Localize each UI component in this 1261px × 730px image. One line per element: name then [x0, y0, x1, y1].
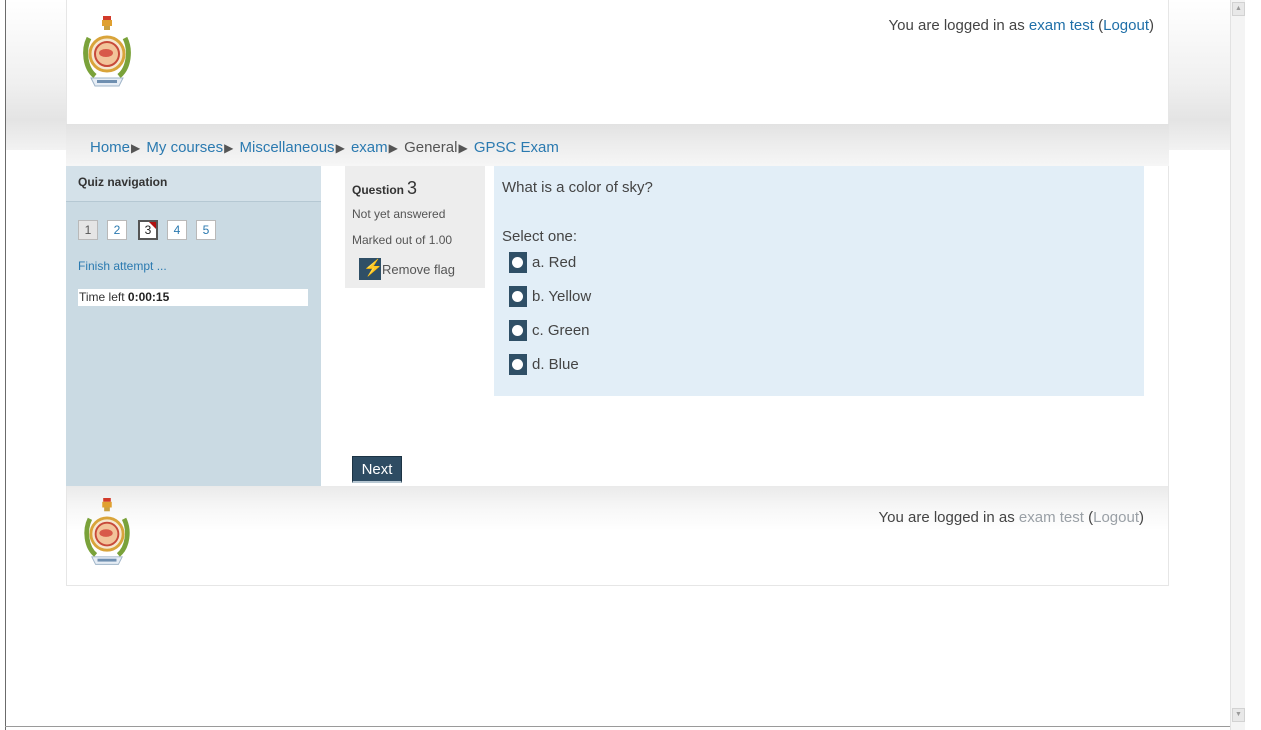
breadcrumb-general: General	[404, 139, 458, 156]
breadcrumb-home[interactable]: Home	[90, 139, 130, 156]
question-formulation: What is a color of sky? Select one: a. R…	[494, 166, 1144, 396]
select-one-prompt: Select one:	[502, 228, 578, 245]
quiz-navigation-block: Quiz navigation 1 2 3 4 5 Finish attempt…	[66, 166, 321, 486]
breadcrumb-separator-icon: ▶	[131, 141, 141, 155]
answer-label: a. Red	[532, 254, 577, 271]
emblem-logo-icon	[84, 498, 130, 565]
time-left-value: 0:00:15	[127, 290, 170, 304]
breadcrumb-separator-icon: ▶	[335, 141, 345, 155]
question-info-panel: Question 3 Not yet answered Marked out of…	[345, 166, 485, 288]
answer-option-c[interactable]: c. Green	[509, 320, 590, 341]
question-nav-button-4[interactable]: 4	[167, 220, 187, 240]
scroll-up-arrow-icon[interactable]: ▲	[1232, 2, 1245, 16]
answer-option-b[interactable]: b. Yellow	[509, 286, 591, 307]
question-state: Not yet answered	[352, 207, 446, 221]
breadcrumb-miscellaneous[interactable]: Miscellaneous	[240, 139, 335, 156]
page-container: You are logged in as exam test (Logout) …	[66, 0, 1169, 586]
question-nav-button-5[interactable]: 5	[196, 220, 216, 240]
question-nav-button-2[interactable]: 2	[107, 220, 127, 240]
navbar: Home▶ My courses▶ Miscellaneous▶ exam▶ G…	[66, 124, 1169, 166]
scroll-down-arrow-icon[interactable]: ▼	[1232, 708, 1245, 722]
breadcrumb-separator-icon: ▶	[388, 141, 398, 155]
window-bottom-border	[5, 726, 1230, 727]
breadcrumb-exam[interactable]: exam	[351, 139, 388, 156]
answer-option-a[interactable]: a. Red	[509, 252, 576, 273]
time-left-label: Time left	[79, 290, 128, 304]
answer-label: b. Yellow	[532, 288, 592, 305]
answer-label: c. Green	[532, 322, 590, 339]
next-button[interactable]: Next	[352, 456, 402, 483]
breadcrumb-gpsc-exam[interactable]: GPSC Exam	[474, 139, 559, 156]
breadcrumb-separator-icon: ▶	[224, 141, 234, 155]
quiz-timer: Time left 0:00:15	[78, 289, 308, 306]
footer-login-prefix: You are logged in as	[878, 509, 1019, 526]
answer-label: d. Blue	[532, 356, 579, 373]
question-number: Question 3	[352, 178, 417, 199]
question-grade: Marked out of 1.00	[352, 233, 453, 247]
answer-option-d[interactable]: d. Blue	[509, 354, 579, 375]
footer-login-info: You are logged in as exam test (Logout)	[879, 509, 1144, 526]
paren-close: )	[1149, 17, 1154, 34]
remove-flag-button[interactable]: ⚡ Remove flag	[359, 258, 455, 280]
radio-button[interactable]	[509, 252, 527, 273]
question-number-value: 3	[407, 178, 418, 198]
question-label: Question	[352, 183, 405, 197]
flag-corner-icon	[149, 222, 156, 229]
flag-icon: ⚡	[359, 258, 383, 280]
user-profile-link[interactable]: exam test	[1029, 17, 1094, 34]
paren-open: (	[1093, 17, 1104, 34]
finish-attempt-link[interactable]: Finish attempt ...	[78, 259, 167, 273]
question-nav-button-3[interactable]: 3	[138, 220, 158, 240]
footer-paren-close: )	[1139, 509, 1144, 526]
site-footer: You are logged in as exam test (Logout)	[66, 486, 1169, 586]
breadcrumb-my-courses[interactable]: My courses	[146, 139, 223, 156]
site-header: You are logged in as exam test (Logout)	[66, 0, 1169, 124]
block-header: Quiz navigation	[66, 166, 321, 202]
quiz-navigation-title: Quiz navigation	[78, 175, 168, 189]
remove-flag-label: Remove flag	[382, 261, 455, 277]
logout-link[interactable]: Logout	[1103, 17, 1149, 34]
radio-button[interactable]	[509, 286, 527, 307]
radio-button[interactable]	[509, 354, 527, 375]
breadcrumb: Home▶ My courses▶ Miscellaneous▶ exam▶ G…	[90, 139, 559, 156]
question-text: What is a color of sky?	[502, 179, 653, 196]
login-info: You are logged in as exam test (Logout)	[889, 17, 1154, 34]
vertical-scrollbar[interactable]: ▲ ▼	[1230, 0, 1245, 730]
radio-button[interactable]	[509, 320, 527, 341]
question-nav-button-1[interactable]: 1	[78, 220, 98, 240]
footer-user-profile-link[interactable]: exam test	[1019, 509, 1084, 526]
footer-paren-open: (	[1083, 509, 1094, 526]
login-prefix: You are logged in as	[888, 17, 1029, 34]
footer-logout-link[interactable]: Logout	[1093, 509, 1139, 526]
main-region: Quiz navigation 1 2 3 4 5 Finish attempt…	[66, 166, 1169, 486]
emblem-logo-icon	[83, 16, 131, 87]
breadcrumb-separator-icon: ▶	[458, 141, 468, 155]
